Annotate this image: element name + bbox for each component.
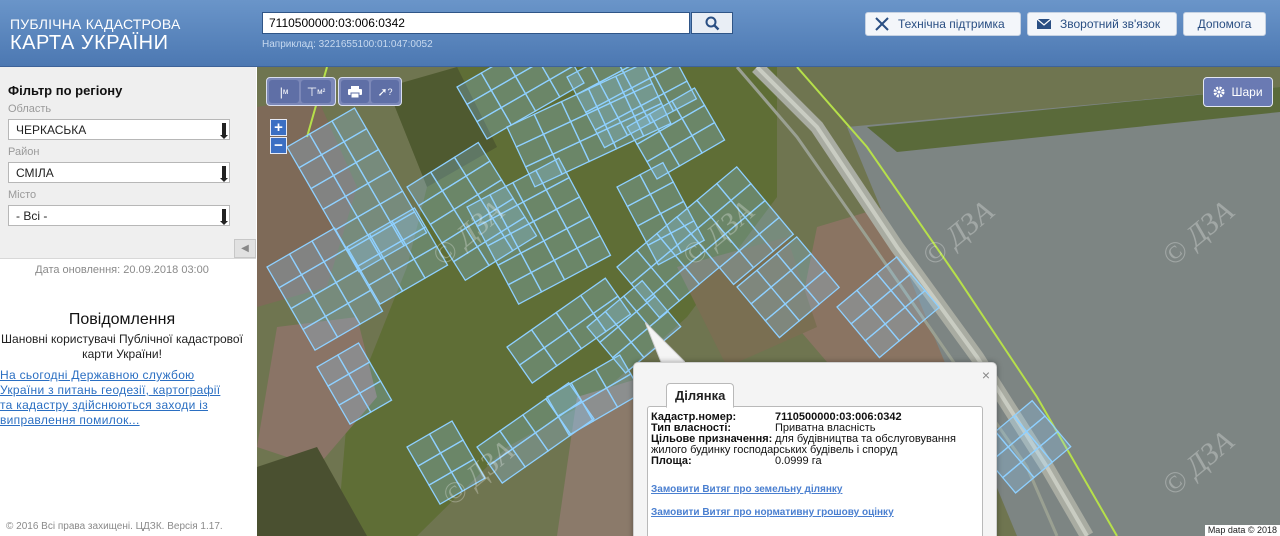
area-unit: м² [317, 87, 326, 96]
city-select[interactable]: - Всі - [8, 205, 230, 226]
area-row: Площа: 0.0999 га [651, 456, 979, 467]
area-label: Площа: [651, 455, 692, 467]
measure-tools: | м ⊤ м² [266, 77, 336, 106]
district-select-value: СМІЛА [16, 166, 54, 180]
identify-label: ? [387, 86, 393, 97]
parcel-info-body: Кадастр.номер: 7110500000:03:006:0342 Ти… [647, 406, 983, 536]
print-button[interactable] [341, 80, 369, 103]
print-identify-tools: ➚? [338, 77, 402, 106]
map-attribution: Map data © 2018 [1204, 525, 1280, 536]
support-button[interactable]: Технічна підтримка [865, 12, 1021, 36]
pointer-question-icon: ➚ [377, 84, 388, 99]
gear-icon [1213, 86, 1225, 98]
region-label: Область [8, 103, 52, 115]
layers-button[interactable]: Шари [1203, 77, 1273, 107]
map-canvas[interactable]: © ДЗА © ДЗА © ДЗА © ДЗА © ДЗА © ДЗА | м ⊤… [257, 67, 1280, 536]
news-greeting: Шановні користувачі Публічної кадастрово… [1, 332, 243, 361]
region-select[interactable]: ЧЕРКАСЬКА [8, 119, 230, 140]
area-ruler-icon: ⊤ [306, 84, 318, 99]
update-date: Дата оновлення: 20.09.2018 03:00 [35, 264, 209, 276]
search-button[interactable] [691, 12, 733, 34]
top-header: ПУБЛІЧНА КАДАСТРОВА КАРТА УКРАЇНИ Наприк… [0, 0, 1280, 67]
help-label: Допомога [1197, 17, 1252, 31]
logo-title-main[interactable]: КАРТА УКРАЇНИ [10, 32, 168, 55]
zoom-out-button[interactable]: − [270, 137, 287, 154]
dropdown-arrow-icon [220, 123, 228, 139]
tab-parcel[interactable]: Ділянка [666, 383, 735, 408]
layers-label: Шари [1231, 85, 1263, 99]
support-label: Технічна підтримка [898, 17, 1005, 31]
triangle-left-icon: ◀ [241, 243, 249, 254]
zoom-in-button[interactable]: + [270, 119, 287, 136]
district-label: Район [8, 146, 40, 158]
news-title: Повідомлення [68, 311, 176, 328]
feedback-button[interactable]: Зворотний зв'язок [1027, 12, 1177, 36]
dropdown-arrow-icon [220, 166, 228, 182]
search-hint: Наприклад: 3221655100:01:047:0052 [262, 39, 433, 50]
order-land-extract-link[interactable]: Замовити Витяг про земельну ділянку [651, 484, 979, 495]
identify-button[interactable]: ➚? [371, 80, 399, 103]
left-sidebar: Фільтр по регіону Область ЧЕРКАСЬКА Райо… [0, 67, 257, 536]
copyright: © 2016 Всі права захищені. ЦДЗК. Версія … [6, 521, 223, 532]
collapse-sidebar-button[interactable]: ◀ [234, 239, 256, 258]
region-filter-panel: Фільтр по регіону Область ЧЕРКАСЬКА Райо… [0, 67, 256, 259]
tools-icon [875, 17, 889, 31]
district-select[interactable]: СМІЛА [8, 162, 230, 183]
area-value: 0.0999 га [775, 455, 822, 467]
order-valuation-extract-link[interactable]: Замовити Витяг про нормативну грошову оц… [651, 507, 979, 518]
news-link[interactable]: На сьогодні Державною службою України з … [0, 368, 248, 428]
measure-length-button[interactable]: | м [269, 80, 299, 103]
envelope-icon [1036, 18, 1052, 29]
measure-area-button[interactable]: ⊤ м² [301, 80, 331, 103]
city-select-value: - Всі - [16, 209, 48, 223]
filter-title: Фільтр по регіону [8, 83, 123, 98]
length-unit: м [282, 87, 289, 96]
region-select-value: ЧЕРКАСЬКА [16, 123, 87, 137]
logo-title-top[interactable]: ПУБЛІЧНА КАДАСТРОВА [10, 16, 181, 32]
city-label: Місто [8, 189, 37, 201]
cadastral-search-input[interactable] [262, 12, 690, 34]
search-icon [705, 16, 719, 30]
close-icon[interactable]: × [982, 367, 990, 383]
dropdown-arrow-icon [220, 209, 228, 225]
help-button[interactable]: Допомога [1183, 12, 1266, 36]
parcel-info-popup: × Ділянка Кадастр.номер: 7110500000:03:0… [633, 362, 997, 536]
popup-pointer [645, 322, 685, 367]
printer-icon [348, 85, 362, 98]
feedback-label: Зворотний зв'язок [1060, 17, 1161, 31]
